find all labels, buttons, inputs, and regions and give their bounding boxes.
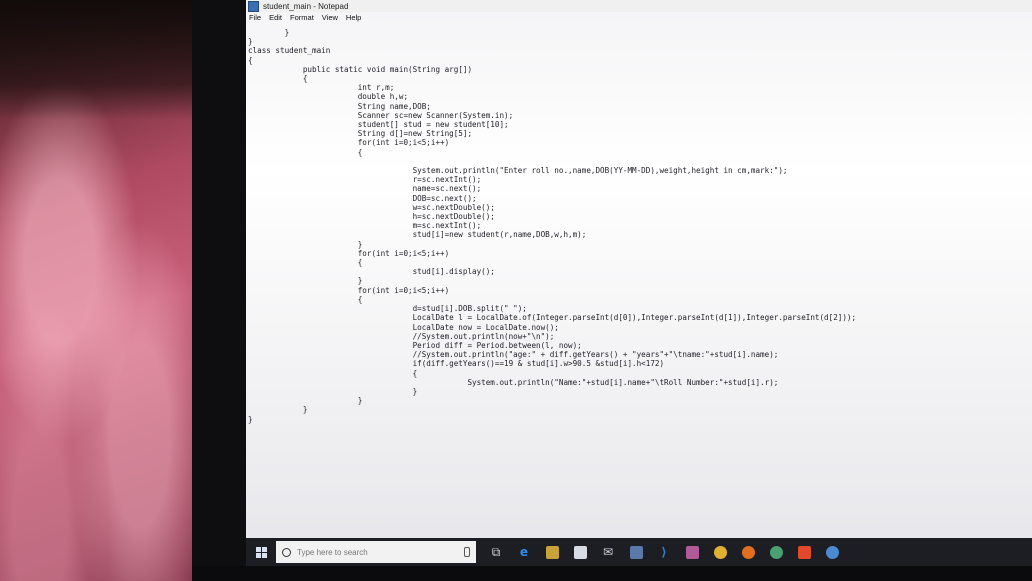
edge-icon[interactable]: e [516, 544, 532, 560]
background-shadow [0, 0, 200, 120]
store-icon[interactable] [572, 544, 588, 560]
windows-icon [255, 546, 267, 558]
file-explorer-icon[interactable] [544, 544, 560, 560]
mail-icon[interactable]: ✉ [600, 544, 616, 560]
menu-edit[interactable]: Edit [269, 13, 282, 25]
monitor-bottom-bezel [192, 566, 1032, 581]
firefox-icon[interactable] [740, 544, 756, 560]
task-view-icon[interactable]: ⧉ [488, 544, 504, 560]
chrome-icon[interactable] [712, 544, 728, 560]
app-icon[interactable] [824, 544, 840, 560]
vscode-icon[interactable]: ⟩ [656, 544, 672, 560]
code-content[interactable]: } } class student_main { public static v… [246, 26, 1032, 424]
menu-view[interactable]: View [322, 13, 338, 25]
taskbar: Type here to search ⧉ e ✉ ⟩ [246, 538, 1032, 566]
app-icon[interactable] [684, 544, 700, 560]
cortana-icon [282, 547, 291, 557]
app-icon[interactable] [768, 544, 784, 560]
menu-help[interactable]: Help [346, 13, 361, 25]
taskbar-search[interactable]: Type here to search [276, 541, 476, 563]
app-icon[interactable] [628, 544, 644, 560]
window-title: student_main - Notepad [263, 1, 349, 11]
search-placeholder: Type here to search [297, 547, 368, 557]
menu-file[interactable]: File [249, 13, 261, 25]
monitor-screen: student_main - Notepad File Edit Format … [246, 0, 1032, 566]
notepad-icon [248, 0, 259, 12]
text-editor[interactable]: } } class student_main { public static v… [246, 26, 1032, 538]
window-titlebar: student_main - Notepad [246, 0, 1032, 12]
app-icon[interactable] [796, 544, 812, 560]
menu-format[interactable]: Format [290, 13, 314, 25]
menu-bar: File Edit Format View Help [246, 13, 1032, 25]
microphone-icon[interactable] [464, 547, 470, 557]
start-button[interactable] [246, 538, 276, 566]
